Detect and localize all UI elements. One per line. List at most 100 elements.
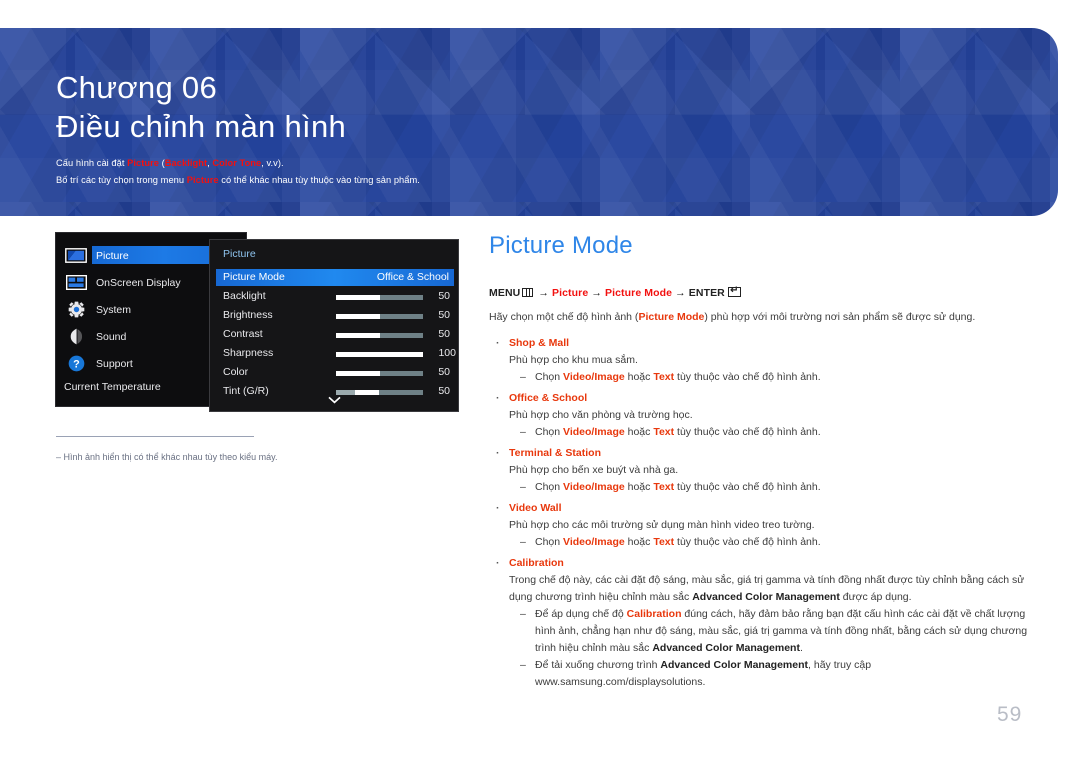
content-column: Picture Mode MENU → Picture → Picture Mo… (489, 232, 1034, 695)
chapter-banner: Chương 06 Điều chỉnh màn hình Cấu hình c… (0, 28, 1058, 216)
osd-row-sharpness[interactable]: Sharpness 100 (210, 345, 460, 364)
bullet-icon: · (496, 392, 500, 404)
dash-icon: ‒ (520, 481, 526, 493)
chapter-title: Điều chỉnh màn hình (56, 109, 347, 144)
chapter-number: Chương 06 (56, 70, 217, 105)
osd-row-label: Sharpness (223, 347, 274, 359)
osd-nav-label: Sound (96, 330, 127, 343)
calibration-desc-post: được áp dụng. (839, 591, 912, 603)
note1-keyword-backlight: Backlight (164, 158, 208, 168)
osd-row-label: Picture Mode (223, 271, 285, 283)
mode-sub-note: ‒ Chọn Video/Image hoặc Text tùy thuộc và… (489, 479, 1034, 496)
osd-row-value: 100 (438, 347, 456, 359)
mode-sub-note: ‒ Chọn Video/Image hoặc Text tùy thuộc và… (489, 369, 1034, 386)
osd-current-temperature-label: Current Temperature (64, 381, 161, 393)
question-circle-icon: ? (56, 355, 96, 372)
note1-post: , v.v). (261, 158, 284, 168)
osd-nav-label: System (96, 303, 132, 316)
mode-description: Phù hợp cho khu mua sắm. (509, 354, 638, 366)
sub-keyword-text: Text (653, 371, 675, 383)
note2-post: có thể khác nhau tùy thuộc vào từng sản … (218, 175, 420, 185)
sub-mid: hoặc (624, 481, 654, 493)
osd-row-value: 50 (438, 309, 450, 321)
dash-icon: ‒ (520, 426, 526, 438)
mode-name-label: Terminal & Station (509, 447, 601, 459)
note1-keyword-color-tone: Color Tone (212, 158, 262, 168)
intro-paragraph: Hãy chọn một chế độ hình ảnh (Picture Mo… (489, 309, 1034, 326)
osd-row-backlight[interactable]: Backlight 50 (210, 288, 460, 307)
mode-name: · Video Wall (489, 500, 1034, 517)
sub-mid: hoặc (624, 371, 654, 383)
osd-slider-brightness[interactable] (336, 314, 423, 319)
menu-grid-icon (522, 288, 534, 297)
mode-sub-note-2: ‒ Để tải xuống chương trình Advanced Colo… (489, 657, 1034, 691)
note1-keyword-picture: Picture (127, 158, 160, 168)
osd-slider-sharpness[interactable] (336, 352, 423, 357)
osd-menu-figure: Picture OnScreen Display System Sound ? … (55, 232, 459, 412)
osd-slider-color[interactable] (336, 371, 423, 376)
osd-slider-contrast[interactable] (336, 333, 423, 338)
sub-keyword-video-image: Video/Image (563, 371, 625, 383)
menu-path-arrow-3: → (675, 287, 686, 299)
mode-name: · Calibration (489, 555, 1034, 572)
onscreen-display-icon (56, 275, 96, 290)
osd-row-contrast[interactable]: Contrast 50 (210, 326, 460, 345)
osd-row-value: 50 (438, 290, 450, 302)
figure-footnote: ‒ Hình ảnh hiển thị có thể khác nhau tùy… (56, 452, 278, 462)
mode-description: Phù hợp cho bến xe buýt và nhà ga. (509, 464, 679, 476)
menu-path-step-picture-mode: Picture Mode (604, 287, 673, 299)
sub1-keyword-calibration: Calibration (626, 608, 682, 620)
osd-nav-label: Support (96, 357, 133, 370)
sub2-pre: Để tải xuống chương trình (535, 659, 661, 671)
chevron-down-icon[interactable] (210, 396, 458, 407)
dash-icon: ‒ (520, 608, 526, 620)
mode-name: · Shop & Mall (489, 335, 1034, 352)
sub-post: tùy thuộc vào chế độ hình ảnh. (674, 536, 821, 548)
sub-pre: Chọn (535, 481, 564, 493)
svg-text:?: ? (73, 358, 80, 370)
osd-slider-backlight[interactable] (336, 295, 423, 300)
osd-row-label: Contrast (223, 328, 263, 340)
osd-row-color[interactable]: Color 50 (210, 364, 460, 383)
osd-slider-tint[interactable] (336, 390, 423, 395)
sub-post: tùy thuộc vào chế độ hình ảnh. (674, 481, 821, 493)
sub1-bold: Advanced Color Management (652, 642, 800, 654)
picture-icon (56, 248, 96, 263)
menu-path-menu-label: MENU (489, 287, 521, 299)
sub1-post: . (799, 642, 803, 654)
intro-pre: Hãy chọn một chế độ hình ảnh ( (489, 311, 639, 323)
sub2-bold: Advanced Color Management (660, 659, 809, 671)
osd-row-label: Brightness (223, 309, 273, 321)
mode-name-label: Calibration (509, 557, 564, 569)
page-number: 59 (997, 703, 1023, 726)
sub-keyword-text: Text (653, 536, 675, 548)
sub-keyword-video-image: Video/Image (563, 481, 625, 493)
menu-path-step-picture: Picture (552, 287, 589, 299)
osd-row-label: Color (223, 366, 249, 378)
sub-post: tùy thuộc vào chế độ hình ảnh. (674, 371, 821, 383)
sub-pre: Chọn (535, 536, 564, 548)
mode-description: Trong chế độ này, các cài đặt độ sáng, m… (489, 572, 1034, 606)
osd-row-picture-mode[interactable]: Picture Mode Office & School (210, 269, 460, 288)
osd-row-label: Backlight (223, 290, 266, 302)
menu-path-arrow-2: → (591, 287, 602, 299)
mode-name: · Terminal & Station (489, 445, 1034, 462)
enter-key-icon (727, 285, 741, 297)
menu-path-enter-label: ENTER (688, 287, 725, 299)
note1-pre: Cấu hình cài đặt (56, 158, 128, 168)
footnote-divider (56, 436, 254, 437)
mode-sub-note: ‒ Chọn Video/Image hoặc Text tùy thuộc và… (489, 424, 1034, 441)
mode-name: · Office & School (489, 390, 1034, 407)
sub-keyword-video-image: Video/Image (563, 536, 625, 548)
osd-row-value: 50 (438, 328, 450, 340)
mode-block-video-wall: · Video Wall Phù hợp cho các môi trường s… (489, 500, 1034, 551)
mode-name-label: Video Wall (509, 502, 562, 514)
mode-description: Phù hợp cho các môi trường sử dụng màn h… (509, 519, 815, 531)
mode-sub-note-1: ‒ Để áp dụng chế độ Calibration đúng cách… (489, 606, 1034, 657)
menu-path-breadcrumb: MENU → Picture → Picture Mode → ENTER (489, 285, 1034, 299)
mode-block-office-school: · Office & School Phù hợp cho văn phòng v… (489, 390, 1034, 441)
bullet-icon: · (496, 337, 500, 349)
osd-row-value: Office & School (376, 271, 449, 283)
sub-pre: Chọn (535, 371, 564, 383)
osd-row-brightness[interactable]: Brightness 50 (210, 307, 460, 326)
